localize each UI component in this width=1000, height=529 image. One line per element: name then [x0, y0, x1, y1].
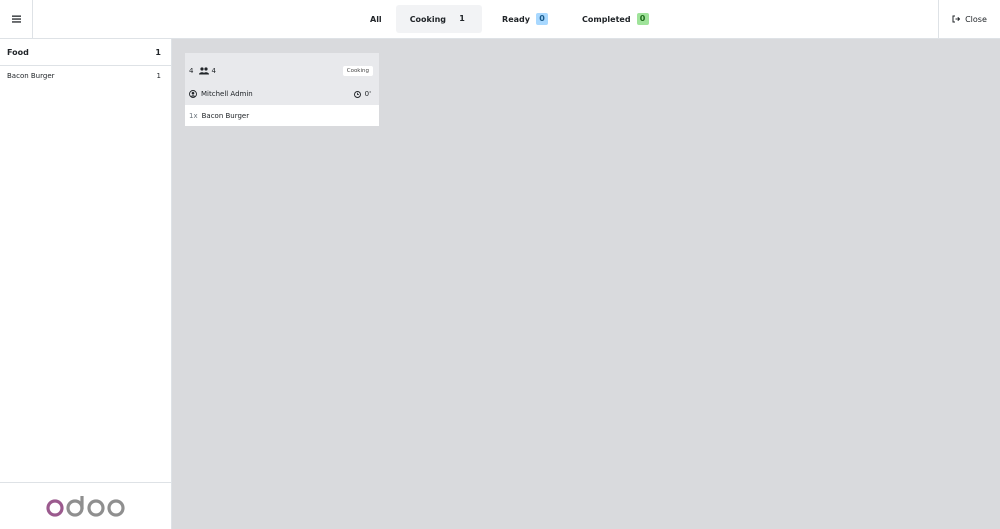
category-count: 1: [155, 47, 161, 57]
guest-count: 4: [211, 67, 216, 75]
elapsed-time: 0': [364, 90, 371, 98]
tab-ready-count: 0: [535, 13, 548, 25]
menu-button[interactable]: [0, 0, 33, 38]
tab-ready-label: Ready: [502, 14, 530, 24]
category-food[interactable]: Food 1: [0, 39, 171, 66]
order-card[interactable]: 4 4 Cooking Mitchell Admin 0' 1x Bacon B…: [185, 53, 379, 126]
table-number: 4: [189, 67, 194, 75]
user-name: Mitchell Admin: [201, 90, 253, 98]
order-line-product: Bacon Burger: [201, 111, 250, 120]
tab-cooking-count: 1: [459, 14, 465, 23]
order-user: Mitchell Admin: [189, 90, 253, 98]
product-item-bacon-burger[interactable]: Bacon Burger 1: [0, 66, 171, 86]
users-icon: [199, 67, 210, 75]
order-line[interactable]: 1x Bacon Burger: [185, 105, 379, 126]
tab-all[interactable]: All: [356, 5, 396, 33]
close-button[interactable]: Close: [938, 0, 1000, 38]
category-label: Food: [7, 47, 29, 57]
tab-completed-count: 0: [636, 13, 649, 25]
category-sidebar: Food 1 Bacon Burger 1: [0, 39, 172, 529]
odoo-logo-icon: [45, 496, 125, 517]
tab-completed[interactable]: Completed 0: [568, 5, 663, 33]
order-line-qty: 1x: [189, 111, 198, 120]
order-card-user-row: Mitchell Admin 0': [185, 83, 379, 105]
top-bar: All Cooking 1 Ready 0 Completed 0 Close: [0, 0, 1000, 39]
order-card-header: 4 4 Cooking Mitchell Admin 0': [185, 53, 379, 105]
order-timer: 0': [353, 90, 371, 98]
clock-icon: [353, 90, 361, 98]
order-table-info: 4 4: [189, 67, 216, 75]
user-circle-icon: [189, 90, 197, 98]
tab-completed-label: Completed: [581, 14, 631, 24]
product-count: 1: [156, 72, 161, 80]
orders-area: 4 4 Cooking Mitchell Admin 0' 1x Bacon B…: [172, 39, 1000, 529]
odoo-logo: [0, 482, 171, 529]
product-label: Bacon Burger: [7, 72, 55, 80]
hamburger-icon: [11, 15, 21, 23]
stage-tabs: All Cooking 1 Ready 0 Completed 0: [356, 5, 663, 33]
tab-all-label: All: [370, 14, 382, 24]
tab-cooking[interactable]: Cooking 1: [395, 5, 483, 33]
close-label: Close: [965, 14, 987, 24]
tab-ready[interactable]: Ready 0: [488, 5, 562, 33]
sign-out-icon: [952, 15, 961, 23]
tab-cooking-label: Cooking: [409, 14, 447, 24]
stage-badge: Cooking: [342, 66, 373, 76]
order-card-info-row: 4 4 Cooking: [185, 59, 379, 83]
